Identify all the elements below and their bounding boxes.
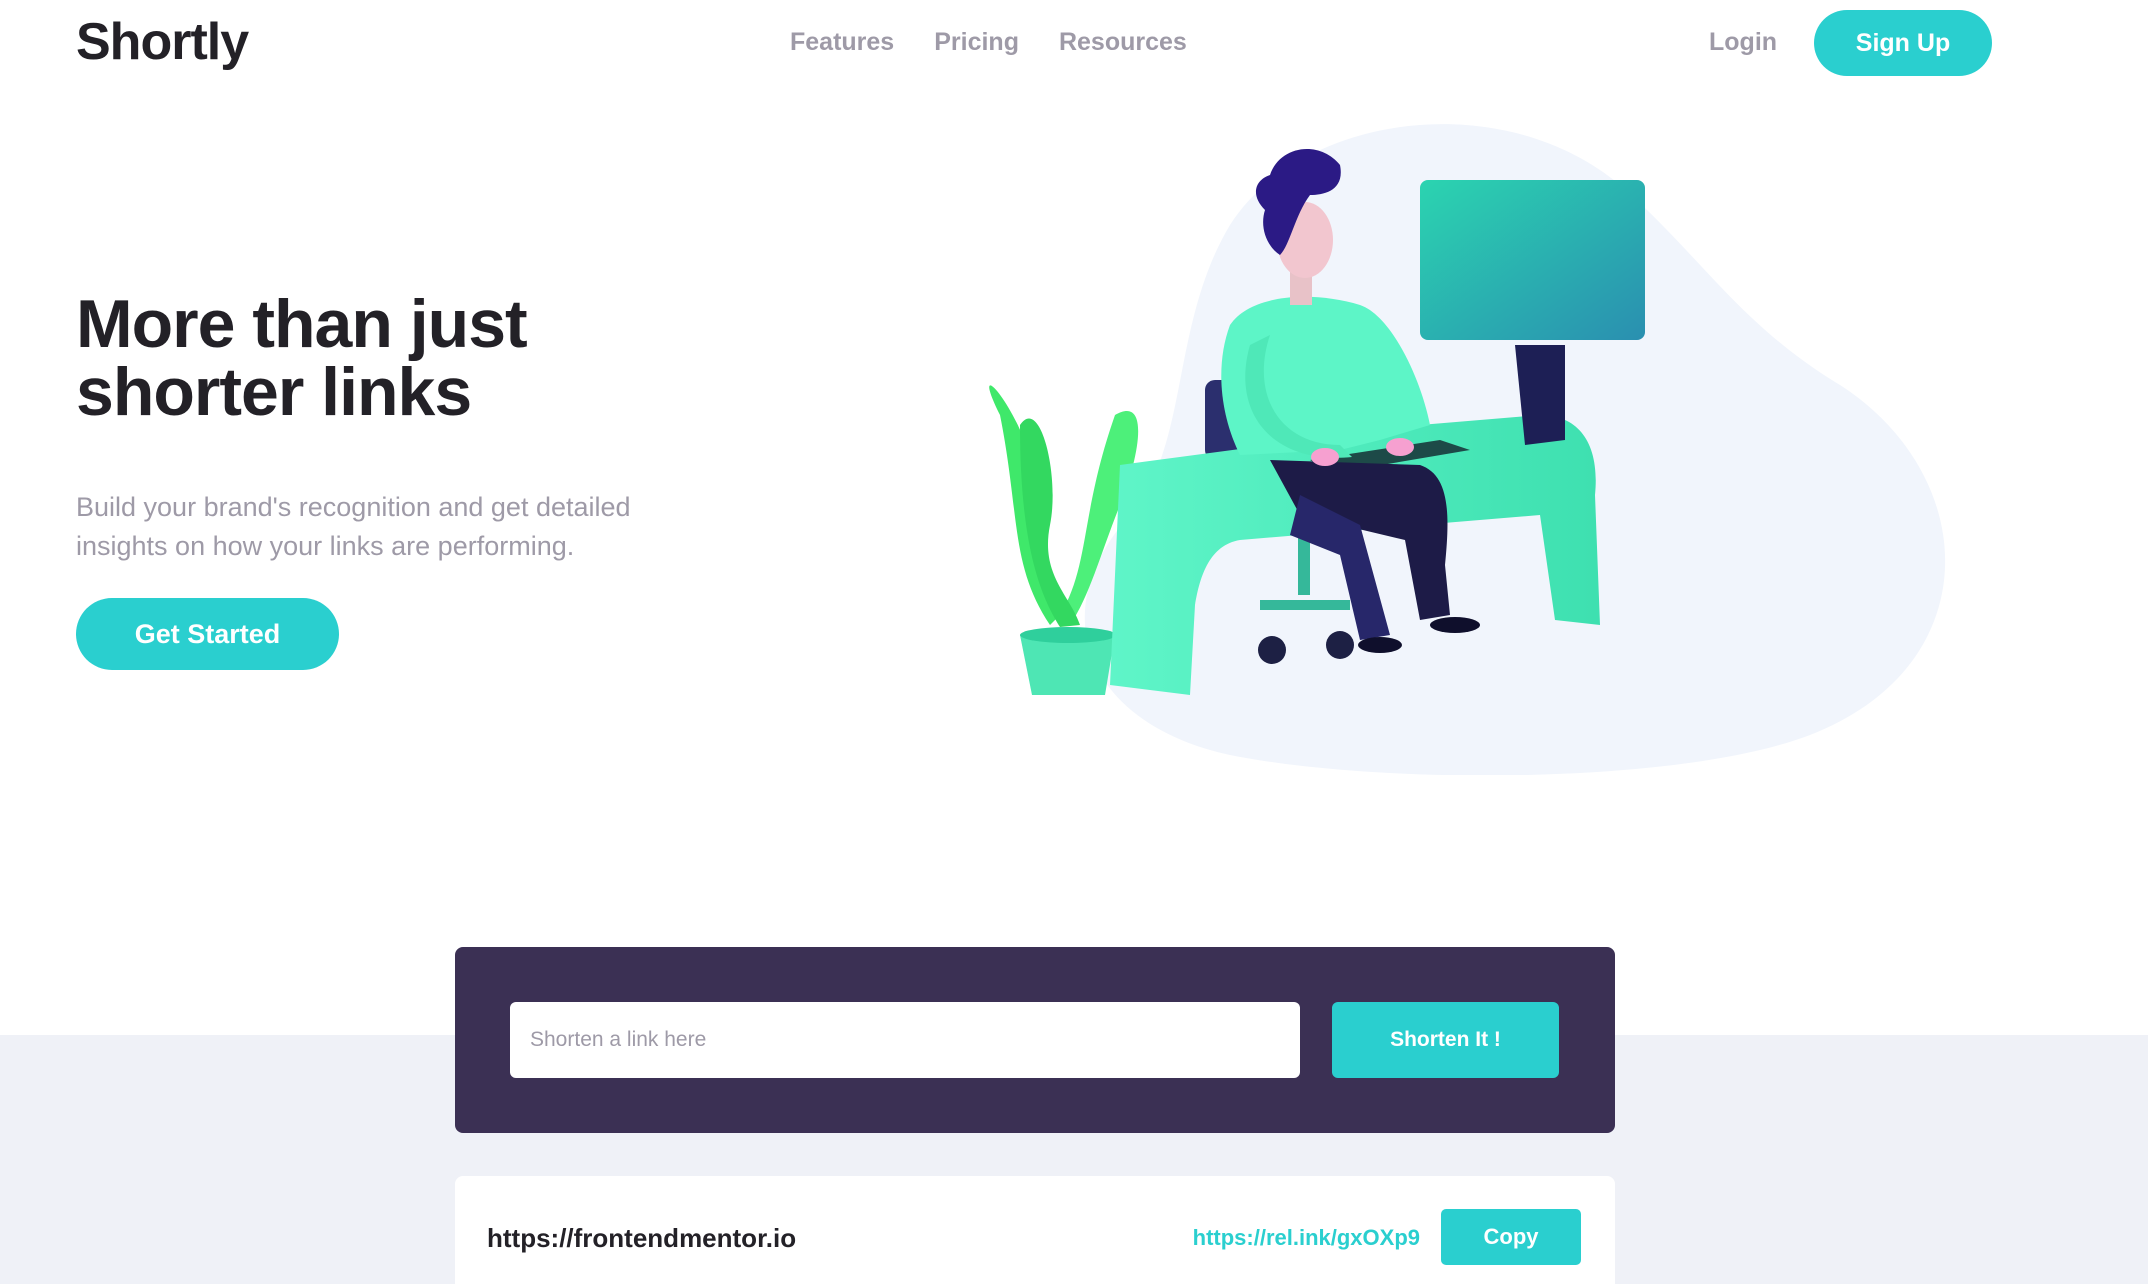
hero-subtitle: Build your brand's recognition and get d…: [76, 492, 631, 561]
nav-link-pricing[interactable]: Pricing: [934, 28, 1019, 57]
hero-title: More than just shorter links: [76, 286, 528, 430]
shorten-panel: Shorten It !: [455, 947, 1615, 1133]
short-link[interactable]: https://rel.ink/gxOXp9: [1193, 1225, 1420, 1251]
shorten-link-input[interactable]: [510, 1002, 1300, 1078]
nav-link-resources[interactable]: Resources: [1059, 28, 1187, 57]
login-link[interactable]: Login: [1709, 28, 1777, 57]
signup-button[interactable]: Sign Up: [1814, 10, 1992, 76]
original-link-text: https://frontendmentor.io: [487, 1223, 797, 1253]
nav-link-features[interactable]: Features: [790, 28, 894, 57]
logo[interactable]: Shortly: [76, 12, 249, 72]
copy-button[interactable]: Copy: [1441, 1209, 1581, 1265]
main-nav: Features Pricing Resources: [790, 28, 1187, 57]
person-working-illustration: [989, 124, 1945, 775]
shorten-it-button[interactable]: Shorten It !: [1332, 1002, 1559, 1078]
result-row: https://frontendmentor.io https://rel.in…: [455, 1176, 1615, 1284]
get-started-button[interactable]: Get Started: [76, 598, 339, 670]
